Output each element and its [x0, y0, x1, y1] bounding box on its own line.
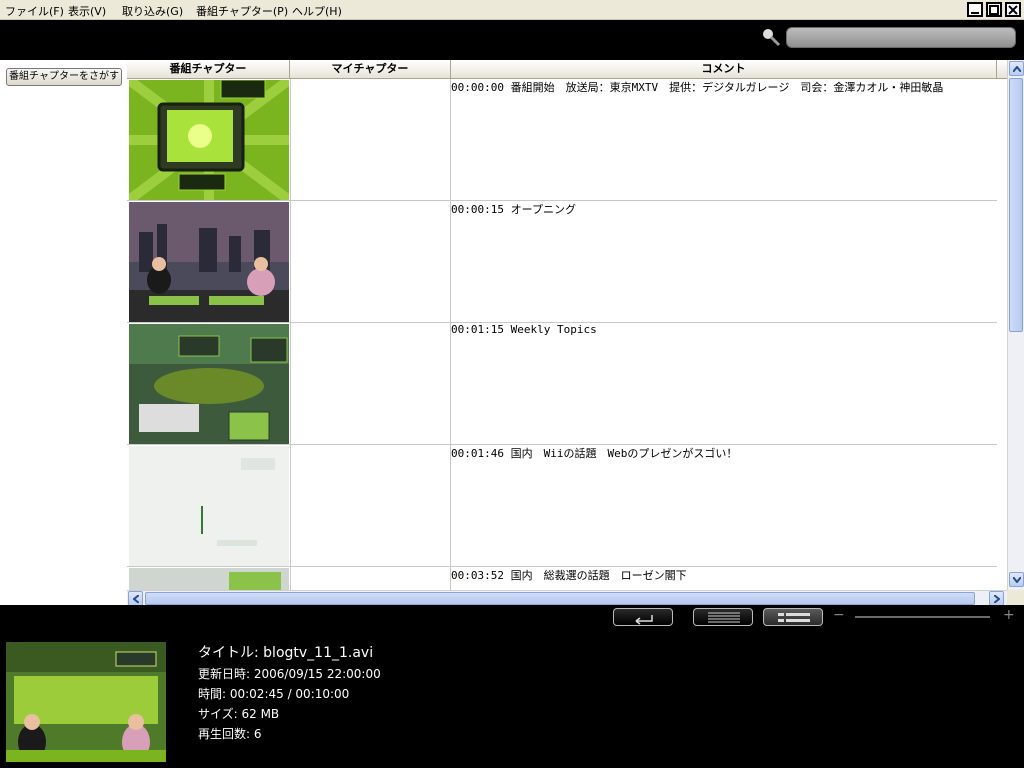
minimize-icon [971, 11, 979, 14]
zoom-slider[interactable] [855, 616, 990, 618]
my-chapter-cell[interactable] [290, 201, 451, 323]
bottom-panel: − + タイトル: blogtv_11_1.avi 更新日時: 2006/09/… [0, 605, 1024, 768]
header-program-chapter[interactable]: 番組チャプター [127, 60, 290, 79]
scroll-left-button[interactable] [128, 591, 143, 606]
table-row[interactable]: 00:01:46 国内 Wiiの話題 Webのプレゼンがスゴい！ [127, 445, 997, 567]
close-button[interactable] [1005, 2, 1021, 17]
comment-cell[interactable]: 00:00:00 番組開始 放送局：東京MXTV 提供：デジタルガレージ 司会：… [451, 79, 997, 201]
chapter-thumbnail[interactable] [129, 324, 289, 444]
close-icon [1008, 4, 1018, 15]
scroll-down-button[interactable] [1009, 572, 1024, 587]
table-row[interactable]: 00:00:15 オープニング [127, 201, 997, 323]
menu-help[interactable]: ヘルプ(H) [292, 3, 342, 19]
chapter-thumbnail[interactable] [129, 80, 289, 200]
chapter-thumbnail[interactable] [129, 202, 289, 322]
chevron-left-icon [132, 594, 139, 603]
scroll-up-button[interactable] [1009, 61, 1024, 76]
menu-view[interactable]: 表示(V) [68, 3, 106, 19]
info-updated: 更新日時: 2006/09/15 22:00:00 [198, 667, 381, 681]
comment-cell[interactable]: 00:00:15 オープニング [451, 201, 997, 323]
restore-button[interactable] [986, 2, 1002, 17]
zoom-in-icon[interactable]: + [1003, 607, 1015, 623]
list-view-button[interactable] [763, 608, 823, 626]
info-duration: 時間: 00:02:45 / 00:10:00 [198, 687, 350, 701]
restore-icon [989, 4, 999, 15]
header-comment[interactable]: コメント [451, 60, 997, 79]
chapter-table: 番組チャプター マイチャプター コメント 00:00:00 番組開始 放送局：東… [127, 60, 1007, 590]
list-view-icon [778, 613, 810, 622]
my-chapter-cell[interactable] [290, 323, 451, 445]
table-row[interactable]: 00:03:52 国内 総裁選の話題 ローゼン閣下 [127, 567, 997, 590]
menu-file[interactable]: ファイル(F) [5, 3, 64, 19]
table-header: 番組チャプター マイチャプター コメント [127, 60, 1007, 79]
chevron-right-icon [993, 594, 1000, 603]
my-chapter-cell[interactable] [290, 79, 451, 201]
search-icon[interactable] [760, 26, 782, 48]
comment-cell[interactable]: 00:01:15 Weekly Topics [451, 323, 997, 445]
chapter-thumbnail[interactable] [129, 446, 289, 566]
return-button[interactable] [613, 608, 673, 626]
my-chapter-cell[interactable] [290, 445, 451, 567]
grid-view-icon [708, 612, 740, 623]
preview-thumbnail[interactable] [6, 642, 166, 762]
chapter-thumbnail[interactable] [129, 568, 289, 590]
menu-program-chapter[interactable]: 番組チャプター(P) [196, 3, 288, 19]
grid-view-button[interactable] [693, 608, 753, 626]
header-my-chapter[interactable]: マイチャプター [290, 60, 451, 79]
chevron-up-icon [1012, 65, 1021, 72]
search-input[interactable] [786, 27, 1016, 48]
table-row[interactable]: 00:00:00 番組開始 放送局：東京MXTV 提供：デジタルガレージ 司会：… [127, 79, 997, 201]
table-rows: 00:00:00 番組開始 放送局：東京MXTV 提供：デジタルガレージ 司会：… [127, 79, 1007, 590]
minimize-button[interactable] [967, 2, 983, 17]
scroll-right-button[interactable] [989, 591, 1004, 606]
horizontal-scroll-thumb[interactable] [145, 592, 975, 605]
my-chapter-cell[interactable] [290, 567, 451, 590]
menu-import[interactable]: 取り込み(G) [122, 3, 183, 19]
info-size: サイズ: 62 MB [198, 707, 280, 721]
scroll-corner [1007, 590, 1024, 605]
comment-cell[interactable]: 00:01:46 国内 Wiiの話題 Webのプレゼンがスゴい！ [451, 445, 997, 567]
info-title: タイトル: blogtv_11_1.avi [198, 645, 374, 661]
table-row[interactable]: 00:01:15 Weekly Topics [127, 323, 997, 445]
find-program-chapter-button[interactable]: 番組チャプターをさがす [6, 68, 122, 86]
left-panel: 番組チャプターをさがす [0, 60, 127, 605]
return-icon [635, 615, 653, 625]
menu-bar: ファイル(F) 表示(V) 取り込み(G) 番組チャプター(P) ヘルプ(H) [0, 0, 1024, 20]
vertical-scroll-thumb[interactable] [1009, 78, 1023, 332]
comment-cell[interactable]: 00:03:52 国内 総裁選の話題 ローゼン閣下 [451, 567, 997, 590]
vertical-scrollbar[interactable] [1007, 60, 1024, 590]
info-play-count: 再生回数: 6 [198, 727, 262, 741]
zoom-out-icon[interactable]: − [833, 607, 845, 623]
horizontal-scrollbar[interactable] [127, 590, 1007, 606]
chevron-down-icon [1012, 576, 1021, 583]
